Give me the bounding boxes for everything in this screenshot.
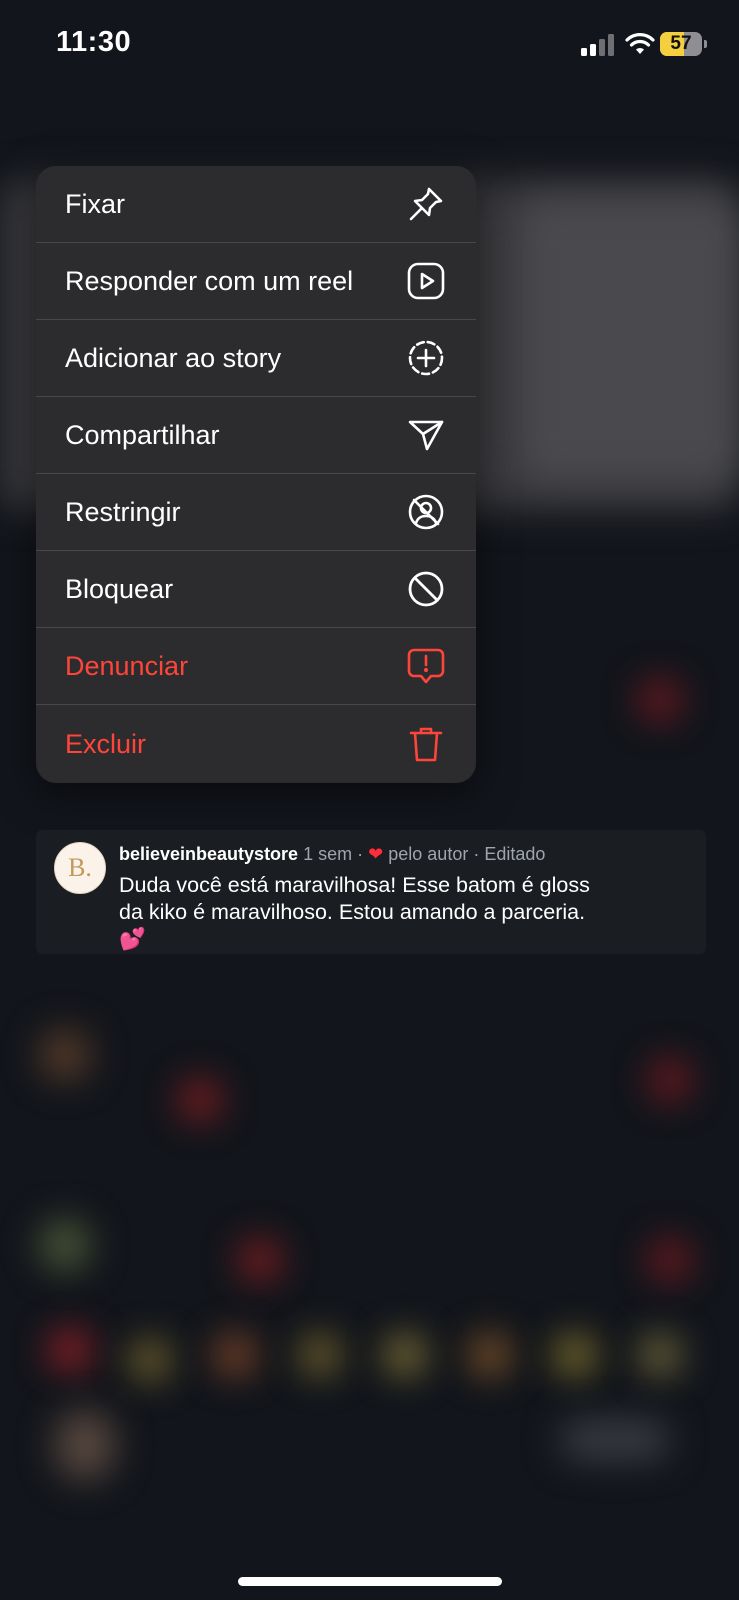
cellular-signal-icon <box>581 34 614 56</box>
menu-item-compartilhar[interactable]: Compartilhar <box>36 397 476 474</box>
status-bar: 11:30 57 <box>0 0 739 90</box>
menu-item-label: Restringir <box>65 496 181 527</box>
battery-indicator: 57 <box>660 32 707 56</box>
edited-label: Editado <box>484 844 546 864</box>
menu-item-label: Adicionar ao story <box>65 342 282 373</box>
menu-item-label: Denunciar <box>65 650 189 681</box>
restrict-icon <box>404 490 448 534</box>
avatar-logo-text: B. <box>68 853 92 882</box>
comment-age: 1 sem <box>303 844 353 864</box>
menu-item-bloquear[interactable]: Bloquear <box>36 551 476 628</box>
wifi-icon <box>625 33 655 54</box>
separator: · <box>357 844 364 864</box>
menu-item-fixar[interactable]: Fixar <box>36 166 476 243</box>
menu-item-responder-reel[interactable]: Responder com um reel <box>36 243 476 320</box>
comment-username[interactable]: believeinbeautystore <box>119 844 298 864</box>
pin-icon <box>404 182 448 226</box>
menu-item-excluir[interactable]: Excluir <box>36 705 476 783</box>
comment-context-menu: Fixar Responder com um reel Adicionar ao… <box>36 166 476 783</box>
report-icon <box>404 644 448 688</box>
home-indicator[interactable] <box>238 1577 502 1586</box>
heart-icon: ❤ <box>368 844 384 864</box>
trash-icon <box>404 722 448 766</box>
highlighted-comment[interactable]: B. believeinbeautystore 1 sem · ❤ pelo a… <box>36 830 706 954</box>
block-icon <box>404 567 448 611</box>
add-story-icon <box>404 336 448 380</box>
status-time: 11:30 <box>56 26 132 58</box>
separator: · <box>473 844 480 864</box>
menu-item-label: Excluir <box>65 728 147 759</box>
avatar[interactable]: B. <box>54 842 106 894</box>
menu-item-label: Fixar <box>65 188 125 219</box>
menu-item-label: Bloquear <box>65 573 174 604</box>
menu-item-label: Compartilhar <box>65 419 220 450</box>
battery-level: 57 <box>670 33 692 54</box>
comment-text: Duda você está maravilhosa! Esse batom é… <box>119 873 590 951</box>
menu-item-adicionar-story[interactable]: Adicionar ao story <box>36 320 476 397</box>
send-icon <box>404 413 448 457</box>
menu-item-restringir[interactable]: Restringir <box>36 474 476 551</box>
reel-icon <box>404 259 448 303</box>
menu-item-label: Responder com um reel <box>65 265 354 296</box>
liked-by-author: pelo autor <box>388 844 469 864</box>
comment-meta: believeinbeautystore 1 sem · ❤ pelo auto… <box>119 844 545 865</box>
menu-item-denunciar[interactable]: Denunciar <box>36 628 476 705</box>
